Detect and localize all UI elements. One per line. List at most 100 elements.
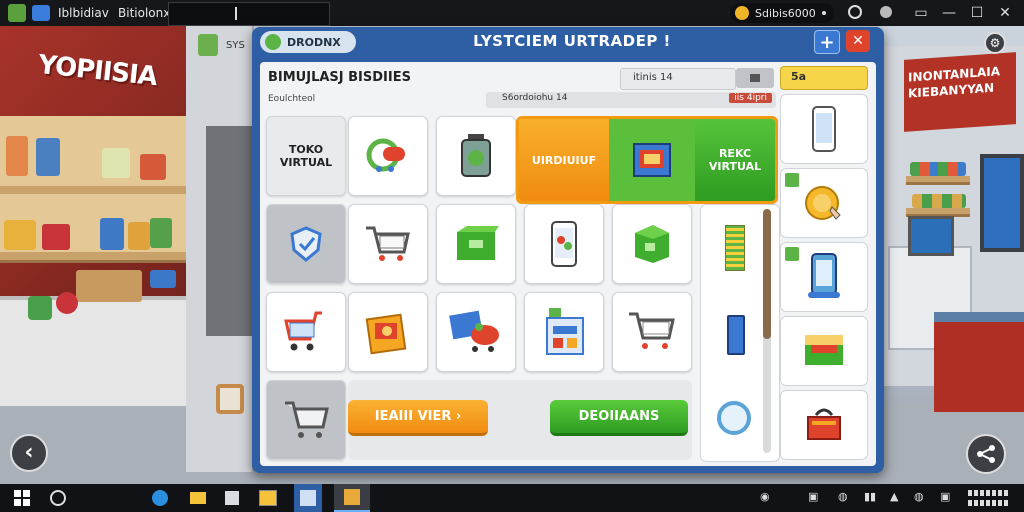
tile-shield[interactable] [266,204,346,284]
tile-catalog[interactable] [524,292,604,372]
tile-phone[interactable] [524,204,604,284]
tile-cart-red[interactable] [266,292,346,372]
kiosk-screen [908,216,954,256]
right-tile-phone[interactable] [780,94,868,164]
phone-icon [551,221,577,267]
product-box [56,292,78,314]
tray-icon[interactable]: ◍ [914,490,924,503]
start-button[interactable] [12,488,32,508]
tile-green-box-2[interactable] [612,204,692,284]
product-box [910,162,966,176]
tile-fruit-cart[interactable] [436,292,516,372]
settings-button[interactable]: ⚙ [984,32,1006,54]
tray-icon[interactable]: ▮▮ [864,490,876,503]
window-close-button[interactable]: ✕ [990,0,1020,26]
browser-taskbar-icon[interactable] [150,488,170,508]
game-taskbar-icon[interactable] [334,484,370,512]
search-value: itinis 14 [633,72,673,83]
tab-app-title: Iblbidiav [58,6,109,20]
maximize-button[interactable]: ☐ [962,0,992,26]
tile-jar-item[interactable] [436,116,516,196]
search-button[interactable] [736,68,774,88]
tile-gift-box[interactable] [348,292,428,372]
coin-balance-value: Sdibis6000 [755,6,816,20]
scrollbar-thumb[interactable] [763,209,771,339]
box-icon [457,226,499,260]
phone-icon [812,106,836,152]
tray-icon[interactable]: ▣ [940,490,950,503]
right-tile-basket[interactable] [780,390,868,460]
files-taskbar-icon[interactable] [258,488,278,508]
share-button[interactable] [966,434,1006,474]
tile-cart-outline[interactable] [266,380,346,460]
taskbar: ◉ ▣ ◍ ▮▮ ▲ ◍ ▣ [0,484,1024,512]
coin-icon [735,6,749,20]
stat-value: iis 4ipri [729,93,772,103]
store-taskbar-icon[interactable] [222,488,242,508]
tile-pill-item[interactable] [348,116,428,196]
tile-cart-2[interactable] [612,292,692,372]
banner-green-line2: VIRTUAL [708,160,762,173]
folder-icon [190,492,206,504]
basket-icon [807,408,841,440]
search-input[interactable]: itinis 14 [620,68,736,90]
right-tile-box[interactable] [780,316,868,386]
gear-icon: ⚙ [989,36,1001,50]
app-icon [8,4,26,22]
store-icon [225,491,239,505]
folder-taskbar-icon[interactable] [188,488,208,508]
tray-icon[interactable]: ▭ [906,0,936,26]
add-button[interactable]: + [814,30,840,54]
tray-icon[interactable]: ▲ [890,490,898,503]
title-bar: Iblbidiav Bitiolonx Sdibis6000 ▭ — ☐ ✕ [0,0,1024,26]
cart-icon [366,226,410,261]
stat-label: S6ordoiohu 14 [502,93,568,103]
banner-green-line1: REKC [718,147,752,160]
back-button[interactable]: ‹ [10,434,48,472]
address-field[interactable] [168,2,330,26]
tray-network-icon[interactable]: ◉ [760,490,770,503]
camera-icon[interactable] [880,6,892,18]
stat-bar: S6ordoiohu 14 iis 4ipri [486,92,776,108]
product-box [28,296,52,320]
clock[interactable] [966,486,1016,510]
search-icon [50,490,66,506]
game-icon [344,489,360,505]
tile-cart[interactable] [348,204,428,284]
coin-hand-icon [805,186,841,220]
tab-app-icon [32,5,50,21]
app-taskbar-icon[interactable] [294,484,322,512]
dot-icon [821,11,826,15]
badge-icon [785,247,799,261]
tab-second[interactable]: Bitiolonx [118,3,170,23]
product-box [4,220,36,250]
display-screen [980,154,1024,252]
coin-balance[interactable]: Sdibis6000 [730,3,834,23]
scrollbar[interactable] [763,209,771,453]
tray-icon[interactable]: ◍ [838,490,848,503]
minimize-button[interactable]: — [934,0,964,26]
right-tile-coin[interactable] [780,168,868,238]
tray-icon[interactable]: ▣ [808,490,818,503]
clock-bar [968,490,1008,496]
windows-icon [14,490,30,506]
product-box [100,218,124,250]
tablet-icon [727,315,745,355]
close-button[interactable]: ✕ [846,30,870,52]
tile-toko-virtual[interactable]: TOKO VIRTUAL [266,116,346,196]
barcode-icon [725,225,745,271]
search-taskbar-button[interactable] [48,488,68,508]
right-tile-device[interactable] [780,242,868,312]
orange-action-button[interactable]: IEAIII VIER › [348,400,488,436]
tile-green-box[interactable] [436,204,516,284]
tab-second-title: Bitiolonx [118,6,171,20]
feature-banner[interactable]: UIRDIUIUF REKC VIRTUAL [516,116,778,204]
clock-bar [968,500,1008,506]
green-action-button[interactable]: DEOIIAANS [550,400,688,436]
shelf [906,176,970,185]
product-box [150,270,176,288]
record-icon[interactable] [848,5,862,19]
shelf [0,252,186,263]
tab-app[interactable]: Iblbidiav [32,3,109,23]
jar-icon [461,134,491,177]
